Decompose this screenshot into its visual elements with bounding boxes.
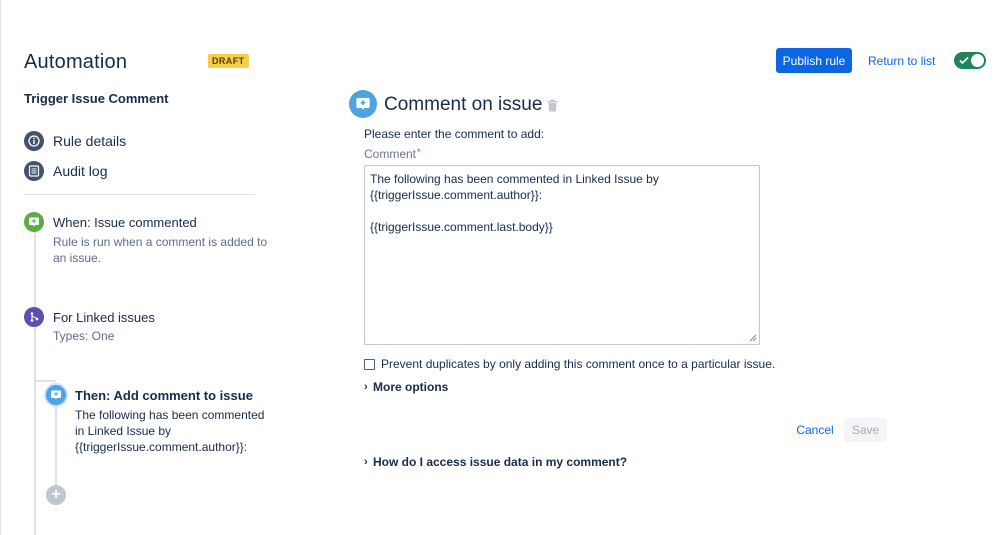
cancel-button[interactable]: Cancel xyxy=(792,418,838,442)
save-button[interactable]: Save xyxy=(844,418,887,442)
add-component-button[interactable]: + xyxy=(46,485,66,505)
rule-name: Trigger Issue Comment xyxy=(24,91,169,106)
comment-on-issue-icon xyxy=(349,90,377,118)
info-icon xyxy=(24,131,44,151)
nav-divider xyxy=(24,194,255,195)
more-options-expander[interactable]: › More options xyxy=(364,380,448,394)
app-title: Automation xyxy=(24,51,128,73)
timeline-branch xyxy=(34,380,56,382)
action-step-desc-line2: in Linked Issue by xyxy=(75,424,172,438)
timeline-line xyxy=(34,232,36,535)
instructions-text: Please enter the comment to add: xyxy=(364,127,545,141)
prevent-duplicates-label[interactable]: Prevent duplicates by only adding this c… xyxy=(381,357,775,371)
branch-step-desc: Types: One xyxy=(53,329,115,343)
publish-rule-button[interactable]: Publish rule xyxy=(776,48,852,73)
nav-item-audit-log[interactable]: Audit log xyxy=(24,161,107,181)
nav-label: Rule details xyxy=(53,133,127,149)
plus-icon: + xyxy=(51,486,61,503)
trigger-step-title[interactable]: When: Issue commented xyxy=(53,215,197,230)
trigger-step-desc-line2: an issue. xyxy=(53,251,102,265)
comment-field-label: Comment* xyxy=(364,147,421,161)
branch-icon[interactable] xyxy=(24,307,44,327)
toggle-knob xyxy=(971,54,984,67)
action-step-desc-line3: {{triggerIssue.comment.author}}: xyxy=(75,440,248,454)
panel-title: Comment on issue xyxy=(384,94,543,115)
trash-icon[interactable] xyxy=(547,99,558,117)
comment-text: The following has been commented in Link… xyxy=(370,172,659,234)
chevron-right-icon: › xyxy=(364,456,368,468)
rule-enabled-toggle[interactable] xyxy=(954,52,986,69)
left-edge-border xyxy=(0,0,1,535)
help-expander[interactable]: › How do I access issue data in my comme… xyxy=(364,455,627,469)
prevent-duplicates-checkbox[interactable] xyxy=(364,358,375,370)
help-label: How do I access issue data in my comment… xyxy=(373,455,628,469)
chevron-right-icon: › xyxy=(364,381,368,393)
return-to-list-link[interactable]: Return to list xyxy=(868,54,935,68)
add-comment-icon[interactable] xyxy=(46,385,66,405)
prevent-duplicates-row[interactable]: Prevent duplicates by only adding this c… xyxy=(364,357,775,371)
list-icon xyxy=(24,161,44,181)
resize-handle-icon[interactable] xyxy=(749,334,757,342)
trigger-comment-icon[interactable] xyxy=(24,212,44,232)
more-options-label: More options xyxy=(373,380,449,394)
comment-label-text: Comment xyxy=(364,147,417,161)
action-step-title[interactable]: Then: Add comment to issue xyxy=(75,388,253,403)
nav-label: Audit log xyxy=(53,163,108,179)
branch-step-title[interactable]: For Linked issues xyxy=(53,310,155,325)
nav-item-rule-details[interactable]: Rule details xyxy=(24,131,126,151)
check-icon xyxy=(959,56,969,65)
action-step-desc-line1: The following has been commented xyxy=(75,408,265,422)
comment-textarea[interactable]: The following has been commented in Link… xyxy=(364,165,760,345)
draft-badge: DRAFT xyxy=(208,54,249,68)
timeline-line-nested xyxy=(55,402,57,492)
trigger-step-desc-line1: Rule is run when a comment is added to xyxy=(53,235,268,249)
required-mark: * xyxy=(417,147,421,157)
